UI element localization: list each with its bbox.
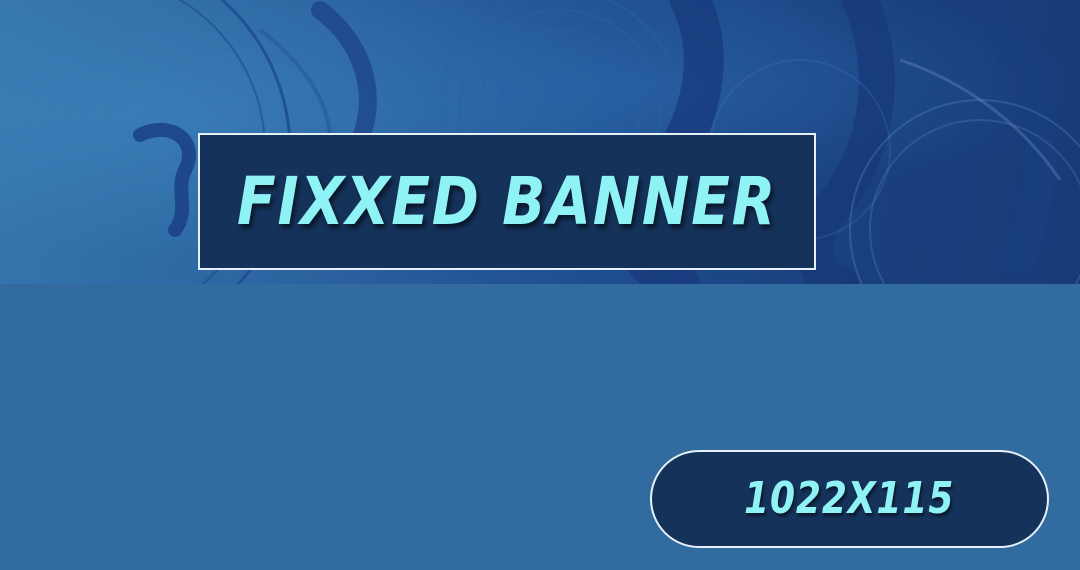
banner-canvas: FIXXED BANNER 1022X115 xyxy=(0,0,1080,570)
banner-title-box: FIXXED BANNER xyxy=(198,133,816,270)
size-badge: 1022X115 xyxy=(650,450,1049,548)
banner-title: FIXXED BANNER xyxy=(236,162,778,240)
size-label: 1022X115 xyxy=(744,473,955,524)
